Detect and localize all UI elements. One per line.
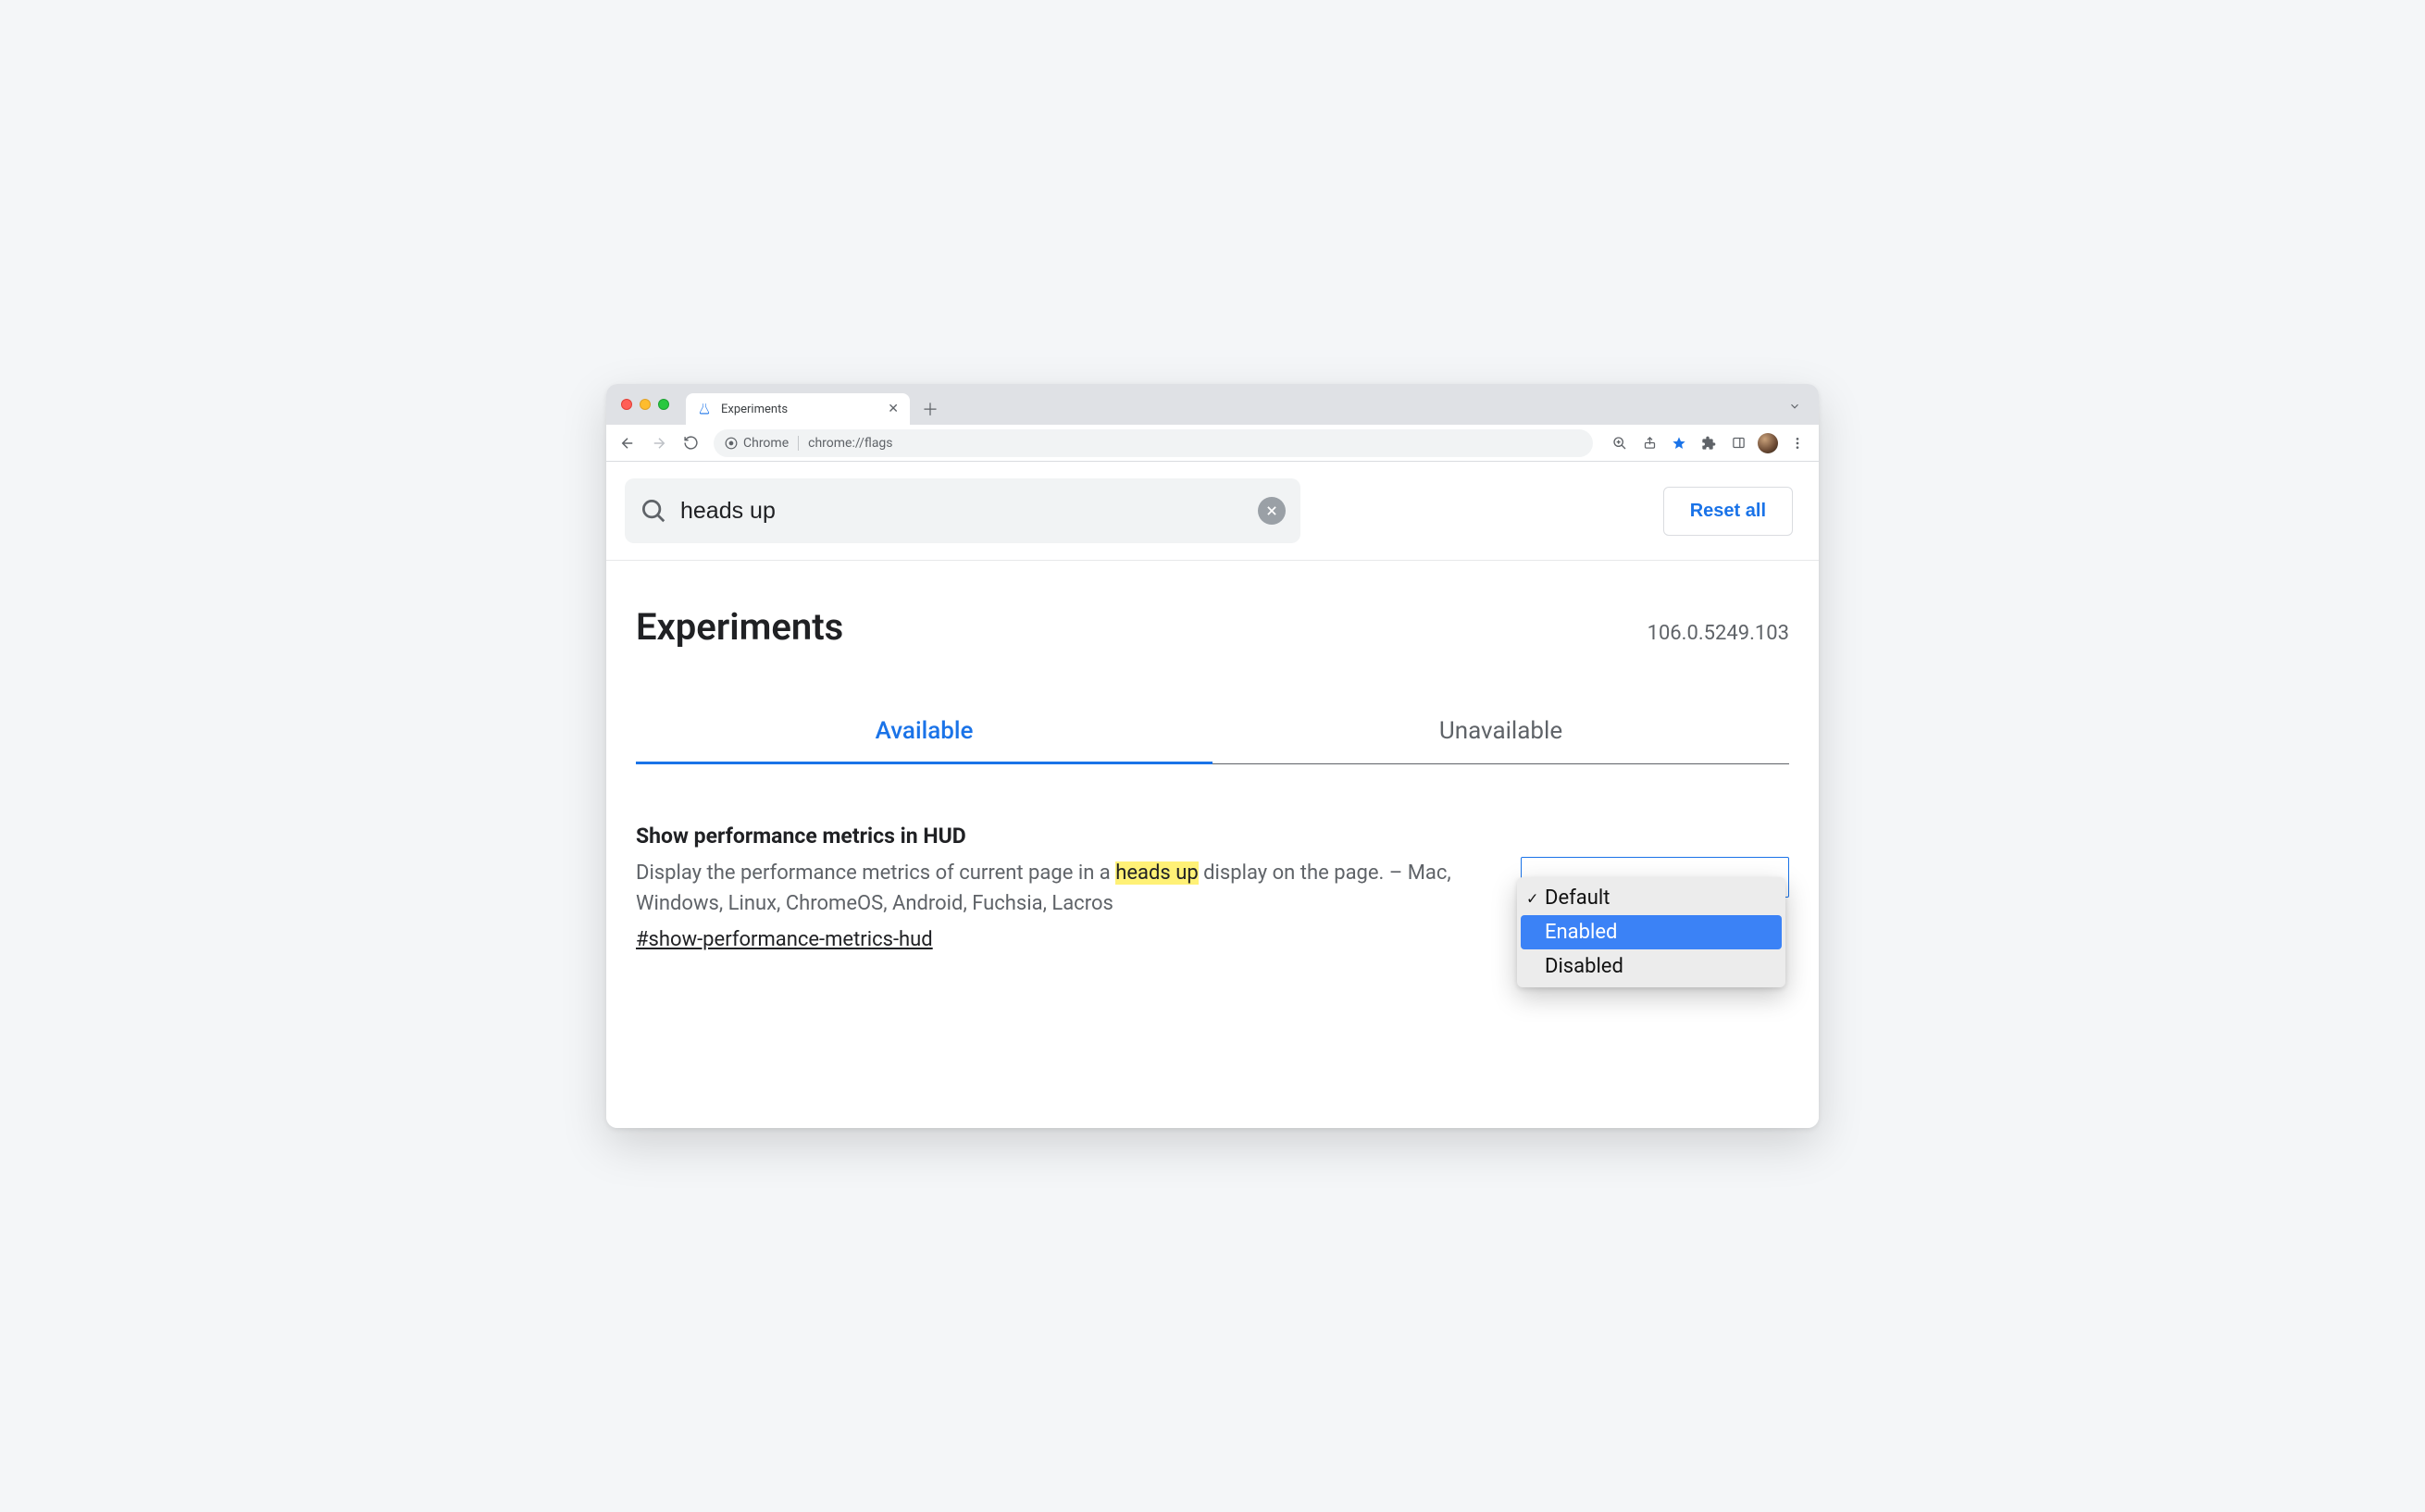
reset-all-button[interactable]: Reset all [1663,487,1793,536]
flag-info: Show performance metrics in HUD Display … [636,824,1465,951]
zoom-icon[interactable] [1606,429,1634,457]
select-dropdown[interactable]: ✓ Default ✓Enabled✓Disabled [1517,877,1785,987]
window-controls [617,384,678,425]
profile-avatar[interactable] [1754,429,1782,457]
flag-anchor-link[interactable]: #show-performance-metrics-hud [636,928,933,951]
select-option-default[interactable]: ✓ Default [1521,881,1782,915]
site-chip-label: Chrome [743,436,789,451]
flag-desc-pre: Display the performance metrics of curre… [636,861,1115,885]
version-label: 106.0.5249.103 [1648,622,1789,645]
page-header: Experiments 106.0.5249.103 [606,561,1819,658]
reload-button[interactable] [677,429,704,457]
address-bar[interactable]: Chrome chrome://flags [714,429,1593,457]
select-option-label: Default [1545,886,1610,910]
close-tab-icon[interactable]: ✕ [888,403,899,415]
page-title: Experiments [636,605,843,649]
select-option-enabled[interactable]: ✓Enabled [1521,915,1782,949]
close-window-button[interactable] [621,399,632,410]
flask-icon [697,402,712,416]
section-tabs: Available Unavailable [636,704,1789,764]
flag-title: Show performance metrics in HUD [636,824,1465,849]
tab-title: Experiments [721,403,878,416]
toolbar-actions [1602,429,1811,457]
chrome-icon [725,437,738,450]
browser-window: Experiments ✕ ＋ Chrome chrome://flags [606,384,1819,1128]
browser-tab[interactable]: Experiments ✕ [686,393,910,425]
select-option-label: Disabled [1545,955,1623,978]
check-icon: ✓ [1526,889,1538,907]
bookmark-star-icon[interactable] [1665,429,1693,457]
new-tab-button[interactable]: ＋ [917,396,943,422]
flag-select[interactable]: ✓Default✓Enabled✓Disabled [1521,857,1789,898]
clear-search-icon[interactable] [1258,497,1286,525]
sidepanel-icon[interactable] [1724,429,1752,457]
flags-page: Reset all Experiments 106.0.5249.103 Ava… [606,462,1819,1128]
flag-row: Show performance metrics in HUD Display … [606,764,1819,988]
select-option-disabled[interactable]: ✓Disabled [1521,949,1782,984]
tab-unavailable[interactable]: Unavailable [1212,704,1789,764]
minimize-window-button[interactable] [640,399,651,410]
address-url: chrome://flags [808,436,892,451]
share-icon[interactable] [1635,429,1663,457]
tab-available[interactable]: Available [636,704,1212,764]
search-bar-row: Reset all [606,462,1819,561]
kebab-menu-icon[interactable] [1784,429,1811,457]
maximize-window-button[interactable] [658,399,669,410]
select-option-label: Enabled [1545,921,1617,944]
browser-toolbar: Chrome chrome://flags [606,425,1819,462]
search-input[interactable] [680,498,1245,525]
back-button[interactable] [614,429,641,457]
tab-strip: Experiments ✕ ＋ [606,384,1819,425]
tabs-dropdown-icon[interactable] [1782,393,1808,419]
search-box[interactable] [625,478,1300,543]
flag-desc-highlight: heads up [1115,861,1198,885]
flag-description: Display the performance metrics of curre… [636,858,1465,919]
site-chip: Chrome [725,436,799,451]
forward-button[interactable] [645,429,673,457]
search-icon [640,497,667,525]
extensions-icon[interactable] [1695,429,1722,457]
